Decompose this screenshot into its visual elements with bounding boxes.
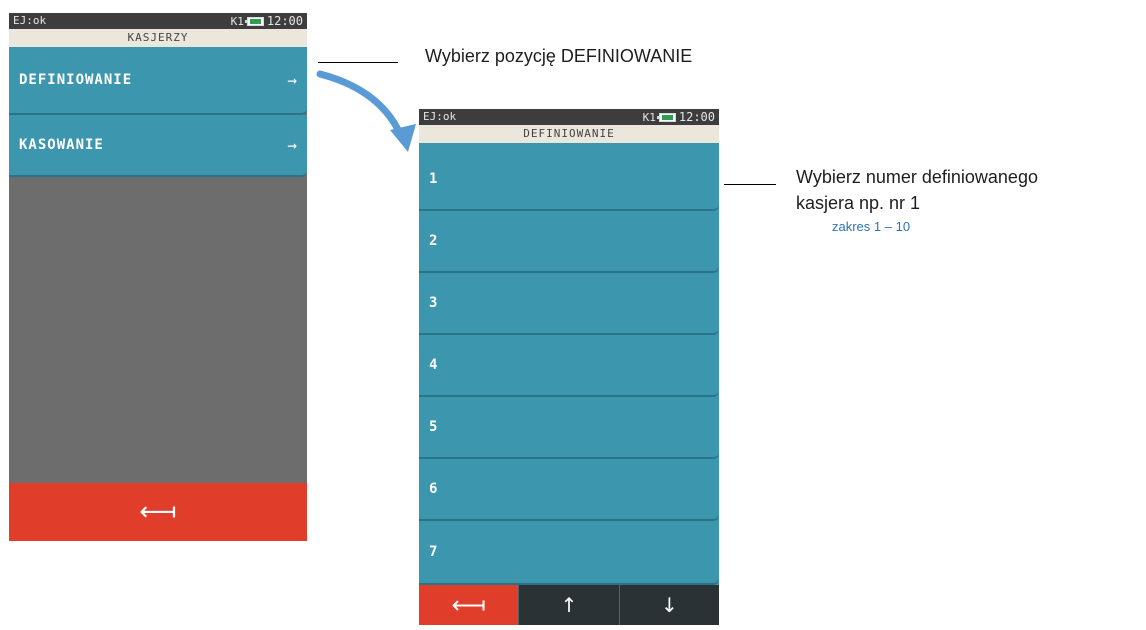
arrow-right-icon: →	[287, 70, 297, 90]
cashier-item-6[interactable]: 6	[419, 459, 719, 521]
status-bar: EJ:ok K1 12:00	[419, 109, 719, 125]
arrow-down-icon: ↓	[660, 593, 678, 617]
menu-item-kasowanie[interactable]: KASOWANIE →	[9, 115, 307, 177]
arrow-right-icon: →	[287, 135, 297, 155]
cashier-indicator: K1	[230, 14, 244, 28]
battery-icon	[656, 112, 676, 122]
back-icon: ⟻	[451, 591, 486, 619]
ej-status: EJ:ok	[423, 110, 457, 123]
screen-title: DEFINIOWANIE	[419, 125, 719, 143]
menu-item-definiowanie[interactable]: DEFINIOWANIE →	[9, 47, 307, 115]
ej-status: EJ:ok	[13, 14, 47, 27]
curved-arrow	[316, 70, 416, 152]
cashier-item-4[interactable]: 4	[419, 335, 719, 397]
back-button[interactable]: ⟻	[419, 585, 519, 625]
cashier-number: 5	[429, 419, 439, 435]
cashier-item-7[interactable]: 7	[419, 521, 719, 585]
cashier-item-3[interactable]: 3	[419, 273, 719, 335]
definiowanie-screen: EJ:ok K1 12:00 DEFINIOWANIE 1 2 3 4 5 6 …	[419, 109, 719, 625]
range-note: zakres 1 – 10	[832, 219, 911, 234]
cashier-item-5[interactable]: 5	[419, 397, 719, 459]
cashier-number: 2	[429, 233, 439, 249]
scroll-down-button[interactable]: ↓	[618, 585, 719, 625]
bottom-nav: ⟻ ↑ ↓	[419, 585, 719, 625]
callout-line	[724, 184, 776, 185]
instruction-step2: Wybierz numer definiowanego kasjera np. …	[796, 164, 1038, 216]
menu-item-label: KASOWANIE	[19, 137, 104, 153]
screen-title: KASJERZY	[9, 29, 307, 47]
menu-item-label: DEFINIOWANIE	[19, 72, 133, 88]
cashier-number: 1	[429, 171, 439, 187]
instruction-step1: Wybierz pozycję DEFINIOWANIE	[425, 46, 693, 66]
instruction-step2-line2: kasjera np. nr 1	[796, 193, 921, 213]
cashier-number: 6	[429, 481, 439, 497]
clock: 12:00	[266, 14, 303, 28]
cashier-indicator: K1	[642, 110, 656, 124]
cashier-number: 7	[429, 544, 439, 560]
instruction-step2-line1: Wybierz numer definiowanego	[796, 167, 1038, 187]
cashier-item-1[interactable]: 1	[419, 149, 719, 211]
kasjerzy-screen: EJ:ok K1 12:00 KASJERZY DEFINIOWANIE → K…	[9, 13, 307, 541]
clock: 12:00	[678, 110, 715, 124]
cashier-number: 4	[429, 357, 439, 373]
arrow-up-icon: ↑	[560, 593, 578, 617]
cashier-item-2[interactable]: 2	[419, 211, 719, 273]
back-icon: ⟻	[139, 497, 177, 527]
status-bar: EJ:ok K1 12:00	[9, 13, 307, 29]
scroll-up-button[interactable]: ↑	[518, 585, 619, 625]
cashier-number: 3	[429, 295, 439, 311]
battery-icon	[244, 16, 264, 26]
back-button[interactable]: ⟻	[9, 483, 307, 541]
